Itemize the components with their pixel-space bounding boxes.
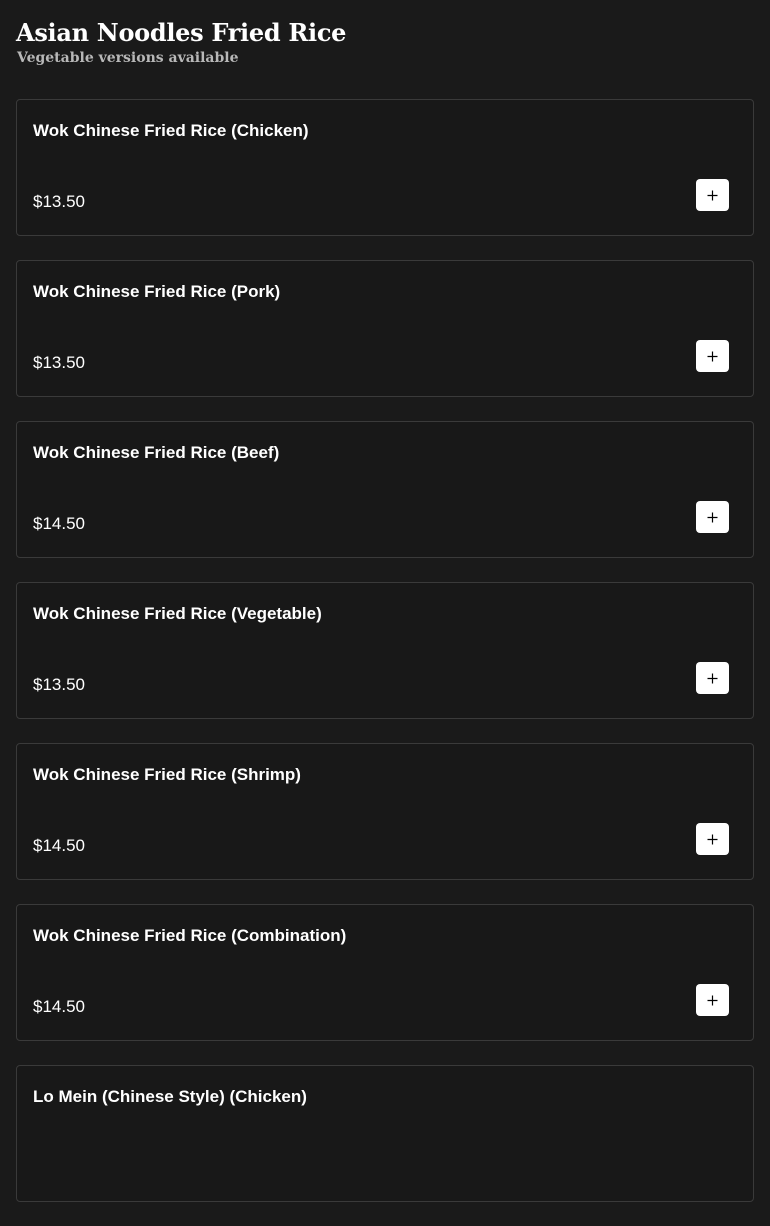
section-title: Asian Noodles Fried Rice (16, 18, 347, 47)
menu-item-list: Wok Chinese Fried Rice (Chicken) $13.50 … (16, 99, 754, 1226)
add-item-button[interactable] (696, 179, 729, 211)
menu-item-card[interactable]: Wok Chinese Fried Rice (Beef) $14.50 (16, 421, 754, 558)
menu-item-name: Wok Chinese Fried Rice (Vegetable) (33, 604, 322, 623)
menu-item-price: $14.50 (33, 514, 85, 533)
plus-icon (707, 995, 718, 1005)
plus-icon (707, 190, 718, 200)
menu-item-price: $14.50 (33, 836, 85, 855)
menu-item-price: $13.50 (33, 192, 85, 211)
menu-item-name: Wok Chinese Fried Rice (Beef) (33, 443, 280, 462)
plus-icon (707, 673, 718, 683)
menu-item-name: Wok Chinese Fried Rice (Pork) (33, 282, 281, 301)
add-item-button[interactable] (696, 340, 729, 372)
menu-item-card[interactable]: Wok Chinese Fried Rice (Shrimp) $14.50 (16, 743, 754, 880)
menu-item-card[interactable]: Lo Mein (Chinese Style) (Chicken) (16, 1065, 754, 1202)
add-item-button[interactable] (696, 501, 729, 533)
menu-item-name: Lo Mein (Chinese Style) (Chicken) (33, 1087, 307, 1106)
menu-item-card[interactable]: Wok Chinese Fried Rice (Combination) $14… (16, 904, 754, 1041)
menu-item-price: $14.50 (33, 997, 85, 1016)
plus-icon (707, 351, 718, 361)
add-item-button[interactable] (696, 984, 729, 1016)
menu-item-card[interactable]: Wok Chinese Fried Rice (Vegetable) $13.5… (16, 582, 754, 719)
menu-item-card[interactable]: Wok Chinese Fried Rice (Chicken) $13.50 (16, 99, 754, 236)
add-item-button[interactable] (696, 662, 729, 694)
menu-item-name: Wok Chinese Fried Rice (Chicken) (33, 121, 309, 140)
add-item-button[interactable] (696, 823, 729, 855)
section-subtitle: Vegetable versions available (17, 50, 239, 66)
plus-icon (707, 834, 718, 844)
section-header: Asian Noodles Fried Rice Vegetable versi… (0, 0, 770, 83)
menu-item-card[interactable]: Wok Chinese Fried Rice (Pork) $13.50 (16, 260, 754, 397)
menu-item-name: Wok Chinese Fried Rice (Shrimp) (33, 765, 301, 784)
menu-item-price: $13.50 (33, 675, 85, 694)
menu-item-name: Wok Chinese Fried Rice (Combination) (33, 926, 347, 945)
menu-item-price: $13.50 (33, 353, 85, 372)
plus-icon (707, 512, 718, 522)
